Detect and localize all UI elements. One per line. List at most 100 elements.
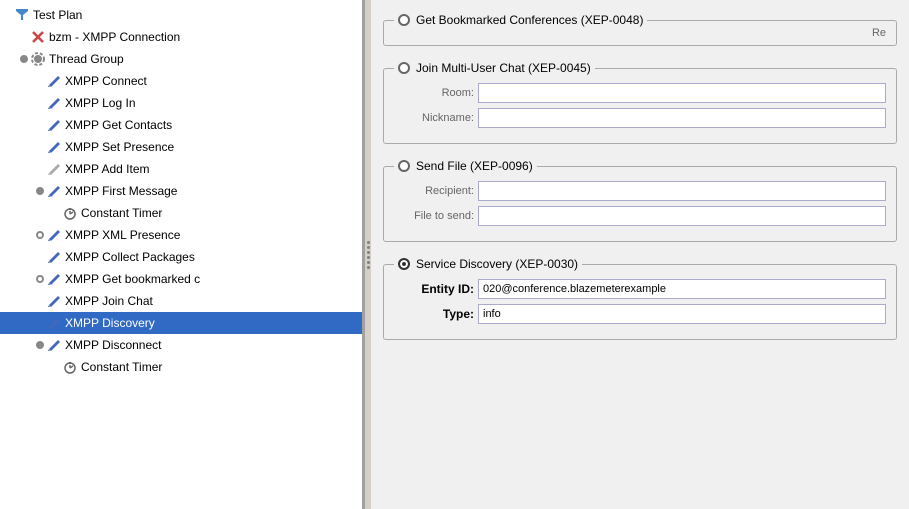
partial-label-get-bookmarked: Re <box>872 27 886 39</box>
section-content-join-multi-user: Room: Nickname: <box>394 77 886 128</box>
tree-item-bzm-xmpp[interactable]: bzm - XMPP Connection <box>0 26 362 48</box>
field-label-entity-id-field: Entity ID: <box>394 282 474 296</box>
pencil-icon <box>46 95 62 111</box>
tree-item-xmpp-add-item[interactable]: XMPP Add Item <box>0 158 362 180</box>
tree-item-thread-group[interactable]: Thread Group <box>0 48 362 70</box>
form-row-type-field: Type: info <box>394 304 886 324</box>
section-content-send-file: Recipient: File to send: <box>394 175 886 226</box>
tree-item-xmpp-bookmarked[interactable]: XMPP Get bookmarked c <box>0 268 362 290</box>
section-get-bookmarked: Get Bookmarked Conferences (XEP-0048)Re <box>383 20 897 46</box>
divider-dot <box>367 246 370 249</box>
tree-connector-dot <box>36 275 44 283</box>
form-row-file-field: File to send: <box>394 206 886 226</box>
field-input-file-field[interactable] <box>478 206 886 226</box>
tree-item-xmpp-presence[interactable]: XMPP Set Presence <box>0 136 362 158</box>
tree-item-label: XMPP First Message <box>65 184 177 198</box>
tree-item-label: Test Plan <box>33 8 82 22</box>
gear-icon <box>30 51 46 67</box>
tree-item-label: Thread Group <box>49 52 124 66</box>
section-title-get-bookmarked: Get Bookmarked Conferences (XEP-0048) <box>416 13 643 27</box>
tree-item-xmpp-contacts[interactable]: XMPP Get Contacts <box>0 114 362 136</box>
tree-item-label: XMPP Get Contacts <box>65 118 172 132</box>
pencil-icon <box>46 249 62 265</box>
field-value-entity-id-field[interactable]: 020@conference.blazemeterexample <box>478 279 886 299</box>
pencil-icon <box>46 227 62 243</box>
tree-connector-dot <box>36 341 44 349</box>
timer-icon <box>62 359 78 375</box>
field-label-type-field: Type: <box>394 307 474 321</box>
tree-item-xmpp-disconnect[interactable]: XMPP Disconnect <box>0 334 362 356</box>
wrench-icon <box>30 29 46 45</box>
section-header-get-bookmarked: Get Bookmarked Conferences (XEP-0048) <box>394 13 647 27</box>
field-label-nickname-field: Nickname: <box>394 112 474 124</box>
field-label-room-field: Room: <box>394 87 474 99</box>
form-row-recipient-field: Recipient: <box>394 181 886 201</box>
pencil-gray-icon <box>46 161 62 177</box>
tree-item-label: XMPP Discovery <box>65 316 155 330</box>
section-header-join-multi-user: Join Multi-User Chat (XEP-0045) <box>394 61 595 75</box>
field-input-recipient-field[interactable] <box>478 181 886 201</box>
pencil-icon <box>46 183 62 199</box>
tree-item-label: XMPP Set Presence <box>65 140 174 154</box>
tree-item-test-plan[interactable]: Test Plan <box>0 4 362 26</box>
radio-join-multi-user[interactable] <box>398 62 410 74</box>
tree-item-label: Constant Timer <box>81 360 162 374</box>
pencil-icon <box>46 271 62 287</box>
tree-item-label: XMPP Log In <box>65 96 136 110</box>
tree-connector-dot <box>36 187 44 195</box>
tree-item-constant-timer-1[interactable]: Constant Timer <box>0 202 362 224</box>
tree-item-xmpp-login[interactable]: XMPP Log In <box>0 92 362 114</box>
field-value-type-field[interactable]: info <box>478 304 886 324</box>
pencil-icon <box>46 315 62 331</box>
divider-dot <box>367 261 370 264</box>
tree-item-xmpp-first-msg[interactable]: XMPP First Message <box>0 180 362 202</box>
tree-item-label: XMPP XML Presence <box>65 228 180 242</box>
section-join-multi-user: Join Multi-User Chat (XEP-0045)Room:Nick… <box>383 68 897 144</box>
pencil-icon <box>46 139 62 155</box>
tree-item-label: XMPP Add Item <box>65 162 150 176</box>
section-send-file: Send File (XEP-0096)Recipient:File to se… <box>383 166 897 242</box>
tree-item-label: Constant Timer <box>81 206 162 220</box>
right-panel: Get Bookmarked Conferences (XEP-0048)ReJ… <box>371 0 909 509</box>
radio-service-discovery[interactable] <box>398 258 410 270</box>
tree-item-label: XMPP Connect <box>65 74 147 88</box>
pencil-icon <box>46 73 62 89</box>
form-row-room-field: Room: <box>394 83 886 103</box>
tree-item-xmpp-xml-presence[interactable]: XMPP XML Presence <box>0 224 362 246</box>
tree-item-label: bzm - XMPP Connection <box>49 30 180 44</box>
field-label-recipient-field: Recipient: <box>394 185 474 197</box>
tree-item-xmpp-discovery[interactable]: XMPP Discovery <box>0 312 362 334</box>
section-content-service-discovery: Entity ID: 020@conference.blazemeterexamp… <box>394 273 886 324</box>
timer-icon <box>62 205 78 221</box>
tree-item-label: XMPP Disconnect <box>65 338 162 352</box>
field-input-room-field[interactable] <box>478 83 886 103</box>
tree-item-xmpp-collect[interactable]: XMPP Collect Packages <box>0 246 362 268</box>
section-title-join-multi-user: Join Multi-User Chat (XEP-0045) <box>416 61 591 75</box>
form-row-entity-id-field: Entity ID: 020@conference.blazemeterexamp… <box>394 279 886 299</box>
divider-dot <box>367 266 370 269</box>
tree-item-xmpp-connect[interactable]: XMPP Connect <box>0 70 362 92</box>
divider-dot <box>367 256 370 259</box>
pencil-icon <box>46 117 62 133</box>
divider-dot <box>367 251 370 254</box>
left-panel: Test Plan bzm - XMPP Connection Thread Gro… <box>0 0 365 509</box>
tree-item-label: XMPP Join Chat <box>65 294 153 308</box>
tree-item-xmpp-join-chat[interactable]: XMPP Join Chat <box>0 290 362 312</box>
tree-connector-dot <box>36 231 44 239</box>
tree-item-label: XMPP Get bookmarked c <box>65 272 200 286</box>
radio-get-bookmarked[interactable] <box>398 14 410 26</box>
pencil-icon <box>46 337 62 353</box>
section-title-send-file: Send File (XEP-0096) <box>416 159 533 173</box>
tree-item-label: XMPP Collect Packages <box>65 250 195 264</box>
pencil-icon <box>46 293 62 309</box>
section-content-get-bookmarked <box>394 29 886 35</box>
section-service-discovery: Service Discovery (XEP-0030)Entity ID:02… <box>383 264 897 340</box>
tree-container[interactable]: Test Plan bzm - XMPP Connection Thread Gro… <box>0 0 362 509</box>
section-title-service-discovery: Service Discovery (XEP-0030) <box>416 257 578 271</box>
tree-item-constant-timer-2[interactable]: Constant Timer <box>0 356 362 378</box>
tree-connector-dot <box>20 55 28 63</box>
field-input-nickname-field[interactable] <box>478 108 886 128</box>
radio-send-file[interactable] <box>398 160 410 172</box>
testplan-icon <box>14 7 30 23</box>
field-label-file-field: File to send: <box>394 210 474 222</box>
